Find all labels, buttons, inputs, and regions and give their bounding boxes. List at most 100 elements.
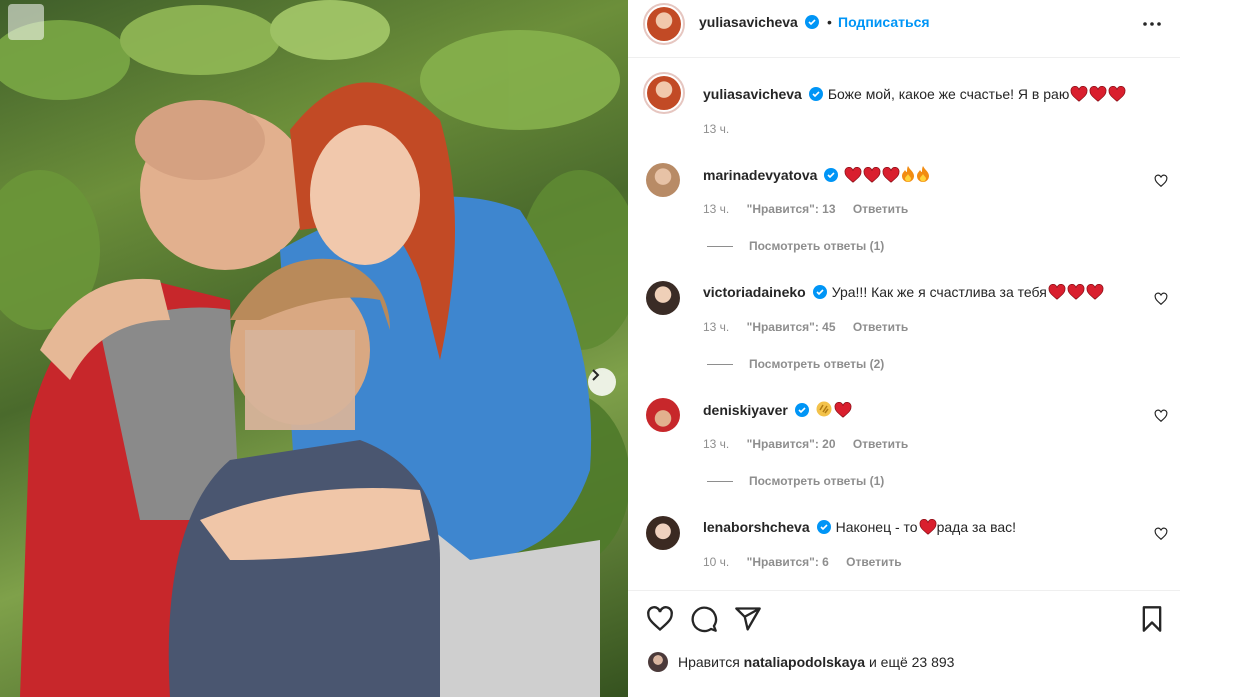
- avatar[interactable]: [648, 652, 668, 672]
- comment-time[interactable]: 13 ч.: [703, 437, 729, 451]
- verified-icon: [816, 520, 831, 534]
- comment-likes[interactable]: "Нравится": 45: [747, 320, 836, 334]
- like-comment-heart-icon[interactable]: [1154, 409, 1168, 423]
- heart-emoji-icon: [844, 167, 862, 187]
- view-replies-button[interactable]: Посмотреть ответы (1): [707, 474, 884, 488]
- comment-text: marinadevyatova: [703, 165, 930, 187]
- view-replies-button[interactable]: Посмотреть ответы (1): [707, 239, 884, 253]
- photo-illustration: [0, 0, 628, 697]
- likes-summary: Нравится nataliapodolskaya и ещё 23 893: [648, 652, 954, 672]
- post-panel: yuliasavicheva • Подписаться yuliasavich…: [628, 0, 1180, 697]
- caption-username[interactable]: yuliasavicheva: [703, 86, 802, 102]
- comment-body-end: рада за вас!: [936, 519, 1017, 535]
- avatar[interactable]: [646, 516, 680, 550]
- comment-emojis: [1047, 284, 1104, 300]
- likes-count[interactable]: и ещё 23 893: [869, 654, 955, 670]
- comment-username[interactable]: deniskiyaver: [703, 402, 788, 418]
- heart-emoji-icon: [1089, 86, 1107, 106]
- reply-button[interactable]: Ответить: [853, 320, 908, 334]
- heart-emoji-icon: [1067, 284, 1085, 304]
- caption-body: Боже мой, какое же счастье! Я в раю: [827, 86, 1070, 102]
- avatar[interactable]: [646, 163, 680, 197]
- heart-icon[interactable]: [646, 605, 674, 633]
- clap-emoji-icon: [815, 400, 833, 422]
- verified-icon: [824, 168, 839, 182]
- heart-emoji-icon: [919, 519, 937, 539]
- like-comment-heart-icon[interactable]: [1154, 292, 1168, 306]
- comment-icon[interactable]: [690, 605, 718, 633]
- comment-username[interactable]: victoriadaineko: [703, 284, 806, 300]
- comment-emojis: [918, 519, 937, 535]
- more-icon[interactable]: [1138, 12, 1166, 36]
- caption-meta: 13 ч.: [703, 122, 743, 136]
- comment-text: lenaborshcheva Наконец - то рада за вас!: [703, 518, 1016, 539]
- avatar[interactable]: [646, 398, 680, 432]
- comment-time[interactable]: 13 ч.: [703, 320, 729, 334]
- comment-item: deniskiyaver 13 ч. "Нравится": 20 Ответи…: [628, 398, 1180, 498]
- post-photo[interactable]: [0, 0, 628, 697]
- caption-emojis: [1069, 86, 1126, 102]
- view-replies-button[interactable]: Посмотреть ответы (2): [707, 357, 884, 371]
- likes-user[interactable]: nataliapodolskaya: [744, 654, 865, 670]
- replies-divider: [707, 481, 733, 483]
- follow-button[interactable]: Подписаться: [838, 14, 930, 30]
- comment-body-start: Наконец - то: [835, 519, 918, 535]
- view-replies-label: Посмотреть ответы (1): [749, 474, 885, 488]
- likes-prefix: Нравится: [678, 654, 740, 670]
- separator-dot: •: [827, 14, 832, 30]
- reply-button[interactable]: Ответить: [853, 437, 908, 451]
- fire-emoji-icon: [916, 165, 930, 187]
- heart-emoji-icon: [1048, 284, 1066, 304]
- replies-divider: [707, 364, 733, 366]
- comment-item: lenaborshcheva Наконец - то рада за вас! 1…: [628, 516, 1180, 582]
- heart-emoji-icon: [882, 167, 900, 187]
- comment-meta: 13 ч. "Нравится": 45 Ответить: [703, 320, 922, 334]
- comment-item: victoriadaineko Ура!!! Как же я счастлива…: [628, 281, 1180, 381]
- heart-emoji-icon: [1070, 86, 1088, 106]
- comment-time[interactable]: 13 ч.: [703, 202, 729, 216]
- author-username[interactable]: yuliasavicheva: [699, 14, 819, 30]
- fire-emoji-icon: [901, 165, 915, 187]
- share-icon[interactable]: [734, 605, 762, 633]
- comment-likes[interactable]: "Нравится": 6: [747, 555, 829, 569]
- heart-emoji-icon: [863, 167, 881, 187]
- comment-text: deniskiyaver: [703, 400, 852, 422]
- heart-emoji-icon: [1086, 284, 1104, 304]
- verified-icon: [812, 285, 827, 299]
- comment-item: marinadevyatova 13 ч. "Нравится": 13 Отв…: [628, 163, 1180, 263]
- reply-button[interactable]: Ответить: [853, 202, 908, 216]
- comment-likes[interactable]: "Нравится": 13: [747, 202, 836, 216]
- next-arrow-icon[interactable]: [588, 368, 616, 396]
- post-header: yuliasavicheva • Подписаться: [628, 0, 1180, 58]
- verified-icon: [794, 403, 809, 417]
- comment-username[interactable]: lenaborshcheva: [703, 519, 810, 535]
- verified-icon: [804, 15, 819, 29]
- caption: yuliasavicheva Боже мой, какое же счастье…: [628, 72, 1180, 142]
- comment-body: Ура!!! Как же я счастлива за тебя: [831, 284, 1047, 300]
- caption-time[interactable]: 13 ч.: [703, 122, 729, 136]
- like-comment-heart-icon[interactable]: [1154, 174, 1168, 188]
- bookmark-icon[interactable]: [1138, 605, 1166, 633]
- comment-username[interactable]: marinadevyatova: [703, 167, 817, 183]
- avatar[interactable]: [646, 281, 680, 315]
- multi-photo-icon: [8, 4, 44, 40]
- post-actions: [628, 590, 1180, 646]
- comment-emojis: [814, 401, 852, 418]
- comment-meta: 13 ч. "Нравится": 13 Ответить: [703, 202, 922, 216]
- reply-button[interactable]: Ответить: [846, 555, 901, 569]
- replies-divider: [707, 246, 733, 248]
- comment-emojis: [843, 166, 930, 183]
- comment-time[interactable]: 10 ч.: [703, 555, 729, 569]
- comment-meta: 10 ч. "Нравится": 6 Ответить: [703, 555, 916, 569]
- like-comment-heart-icon[interactable]: [1154, 527, 1168, 541]
- comment-likes[interactable]: "Нравится": 20: [747, 437, 836, 451]
- caption-text: yuliasavicheva Боже мой, какое же счастье…: [703, 85, 1126, 106]
- header-username[interactable]: yuliasavicheva: [699, 14, 798, 30]
- heart-emoji-icon: [1108, 86, 1126, 106]
- avatar[interactable]: [643, 3, 685, 45]
- view-replies-label: Посмотреть ответы (1): [749, 239, 885, 253]
- verified-icon: [808, 87, 823, 101]
- avatar[interactable]: [643, 72, 685, 114]
- comment-text: victoriadaineko Ура!!! Как же я счастлива…: [703, 283, 1104, 304]
- view-replies-label: Посмотреть ответы (2): [749, 357, 885, 371]
